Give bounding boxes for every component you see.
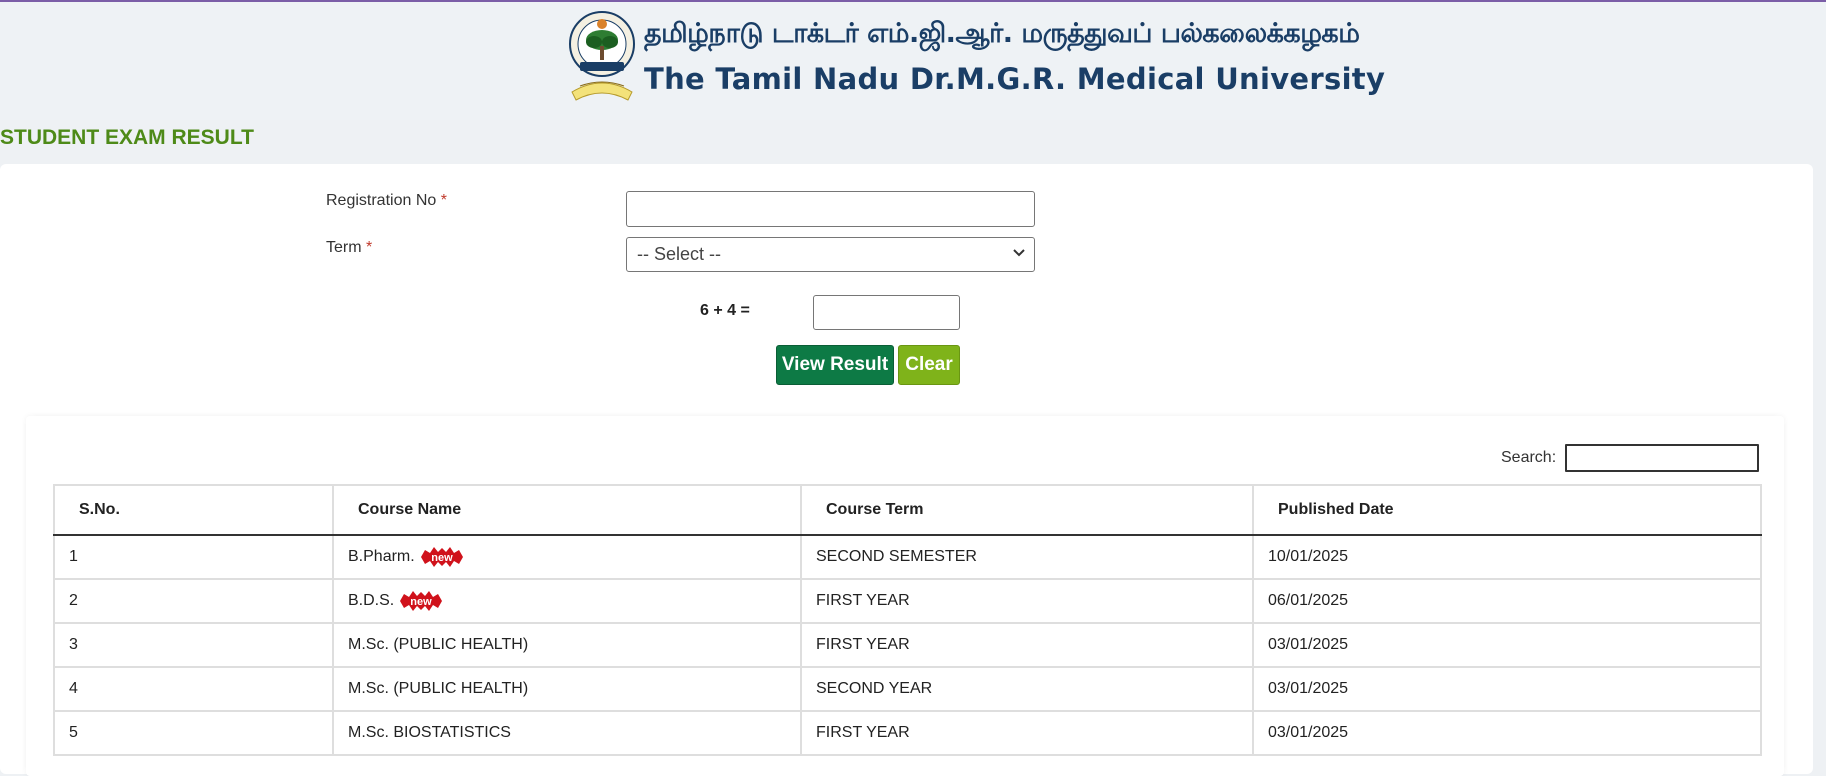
column-header-course-name[interactable]: Course Name: [332, 484, 802, 536]
cell-course-term-text: FIRST YEAR: [816, 592, 910, 609]
term-select-value: -- Select --: [637, 244, 722, 264]
cell-published-date: 10/01/2025: [1252, 534, 1762, 580]
new-badge-text: new: [411, 596, 433, 608]
cell-published-date: 03/01/2025: [1252, 622, 1762, 668]
column-header-published-date[interactable]: Published Date: [1252, 484, 1762, 536]
table-row: 1 B.Pharm. new SECOND SEMESTER 10/01/2025: [53, 534, 1762, 580]
search-label: Search:: [1501, 449, 1557, 466]
table-row: 4 M.Sc. (PUBLIC HEALTH) SECOND YEAR 03/01/2…: [53, 666, 1762, 712]
view-result-button[interactable]: View Result: [776, 345, 894, 385]
registration-label: Registration No *: [326, 192, 447, 210]
cell-course-name: B.D.S. new: [332, 578, 802, 624]
cell-published-date-text: 10/01/2025: [1268, 548, 1349, 565]
table-row: 3 M.Sc. (PUBLIC HEALTH) FIRST YEAR 03/01/20…: [53, 622, 1762, 668]
cell-published-date-text: 03/01/2025: [1268, 636, 1349, 653]
new-badge-icon: new: [400, 591, 443, 611]
cell-sno-text: 1: [69, 548, 78, 565]
captcha-question: 6 + 4 =: [700, 302, 750, 319]
chevron-down-icon: [1013, 249, 1025, 257]
cell-sno: 3: [53, 622, 334, 668]
cell-course-name-text: B.Pharm.: [348, 548, 415, 566]
results-table: S.No. Course Name Course Term Published …: [53, 484, 1762, 756]
cell-course-term-text: SECOND YEAR: [816, 680, 933, 697]
cell-course-term-text: SECOND SEMESTER: [816, 548, 977, 565]
cell-sno-text: 2: [69, 592, 78, 609]
cell-course-name-text: M.Sc. BIOSTATISTICS: [348, 724, 511, 741]
cell-sno-text: 4: [69, 680, 78, 697]
cell-course-name-text: M.Sc. (PUBLIC HEALTH): [348, 680, 529, 697]
cell-sno: 2: [53, 578, 334, 624]
university-logo: [566, 8, 638, 108]
cell-course-term: FIRST YEAR: [800, 578, 1254, 624]
registration-label-text: Registration No: [326, 192, 437, 209]
university-seal-icon: [569, 11, 635, 101]
required-mark: *: [366, 239, 373, 256]
new-badge-text: new: [431, 552, 453, 564]
university-name-english: The Tamil Nadu Dr.M.G.R. Medical Univers…: [644, 62, 1386, 96]
cell-published-date: 03/01/2025: [1252, 666, 1762, 712]
captcha-input[interactable]: [813, 295, 960, 330]
cell-sno: 1: [53, 534, 334, 580]
cell-course-term-text: FIRST YEAR: [816, 636, 910, 653]
cell-course-term: FIRST YEAR: [800, 622, 1254, 668]
table-row: 2 B.D.S. new FIRST YEAR 06/01/2025: [53, 578, 1762, 624]
cell-sno-text: 5: [69, 724, 78, 741]
cell-published-date: 06/01/2025: [1252, 578, 1762, 624]
cell-course-term: SECOND SEMESTER: [800, 534, 1254, 580]
clear-button[interactable]: Clear: [898, 345, 960, 385]
table-row: 5 M.Sc. BIOSTATISTICS FIRST YEAR 03/01/2025: [53, 710, 1762, 756]
site-header: தமிழ்நாடு டாக்டர் எம்.ஜி.ஆர். மருத்துவப்…: [0, 2, 1826, 120]
table-header-row: S.No. Course Name Course Term Published …: [53, 484, 1762, 536]
cell-course-term: SECOND YEAR: [800, 666, 1254, 712]
cell-sno: 4: [53, 666, 334, 712]
term-select[interactable]: -- Select --: [626, 237, 1035, 272]
cell-course-name: M.Sc. BIOSTATISTICS: [332, 710, 802, 756]
term-label-text: Term: [326, 239, 362, 256]
results-table-body: 1 B.Pharm. new SECOND SEMESTER 10/01/2025 2 B.…: [53, 534, 1762, 756]
required-mark: *: [440, 192, 447, 209]
new-badge-icon: new: [420, 547, 463, 567]
cell-course-term-text: FIRST YEAR: [816, 724, 910, 741]
cell-published-date-text: 06/01/2025: [1268, 592, 1349, 609]
cell-course-name-text: M.Sc. (PUBLIC HEALTH): [348, 636, 529, 653]
cell-course-name: M.Sc. (PUBLIC HEALTH): [332, 622, 802, 668]
university-name-tamil: தமிழ்நாடு டாக்டர் எம்.ஜி.ஆர். மருத்துவப்…: [644, 18, 1360, 49]
cell-sno: 5: [53, 710, 334, 756]
term-label: Term *: [326, 239, 372, 257]
cell-published-date: 03/01/2025: [1252, 710, 1762, 756]
cell-course-name: M.Sc. (PUBLIC HEALTH): [332, 666, 802, 712]
cell-course-name-text: B.D.S.: [348, 592, 395, 610]
column-header-course-term[interactable]: Course Term: [800, 484, 1254, 536]
registration-input[interactable]: [626, 191, 1035, 227]
cell-course-term: FIRST YEAR: [800, 710, 1254, 756]
search-input[interactable]: [1565, 444, 1759, 472]
cell-course-name: B.Pharm. new: [332, 534, 802, 580]
cell-published-date-text: 03/01/2025: [1268, 680, 1349, 697]
cell-sno-text: 3: [69, 636, 78, 653]
page-title: STUDENT EXAM RESULT: [0, 126, 254, 149]
cell-published-date-text: 03/01/2025: [1268, 724, 1349, 741]
column-header-sno[interactable]: S.No.: [53, 484, 334, 536]
